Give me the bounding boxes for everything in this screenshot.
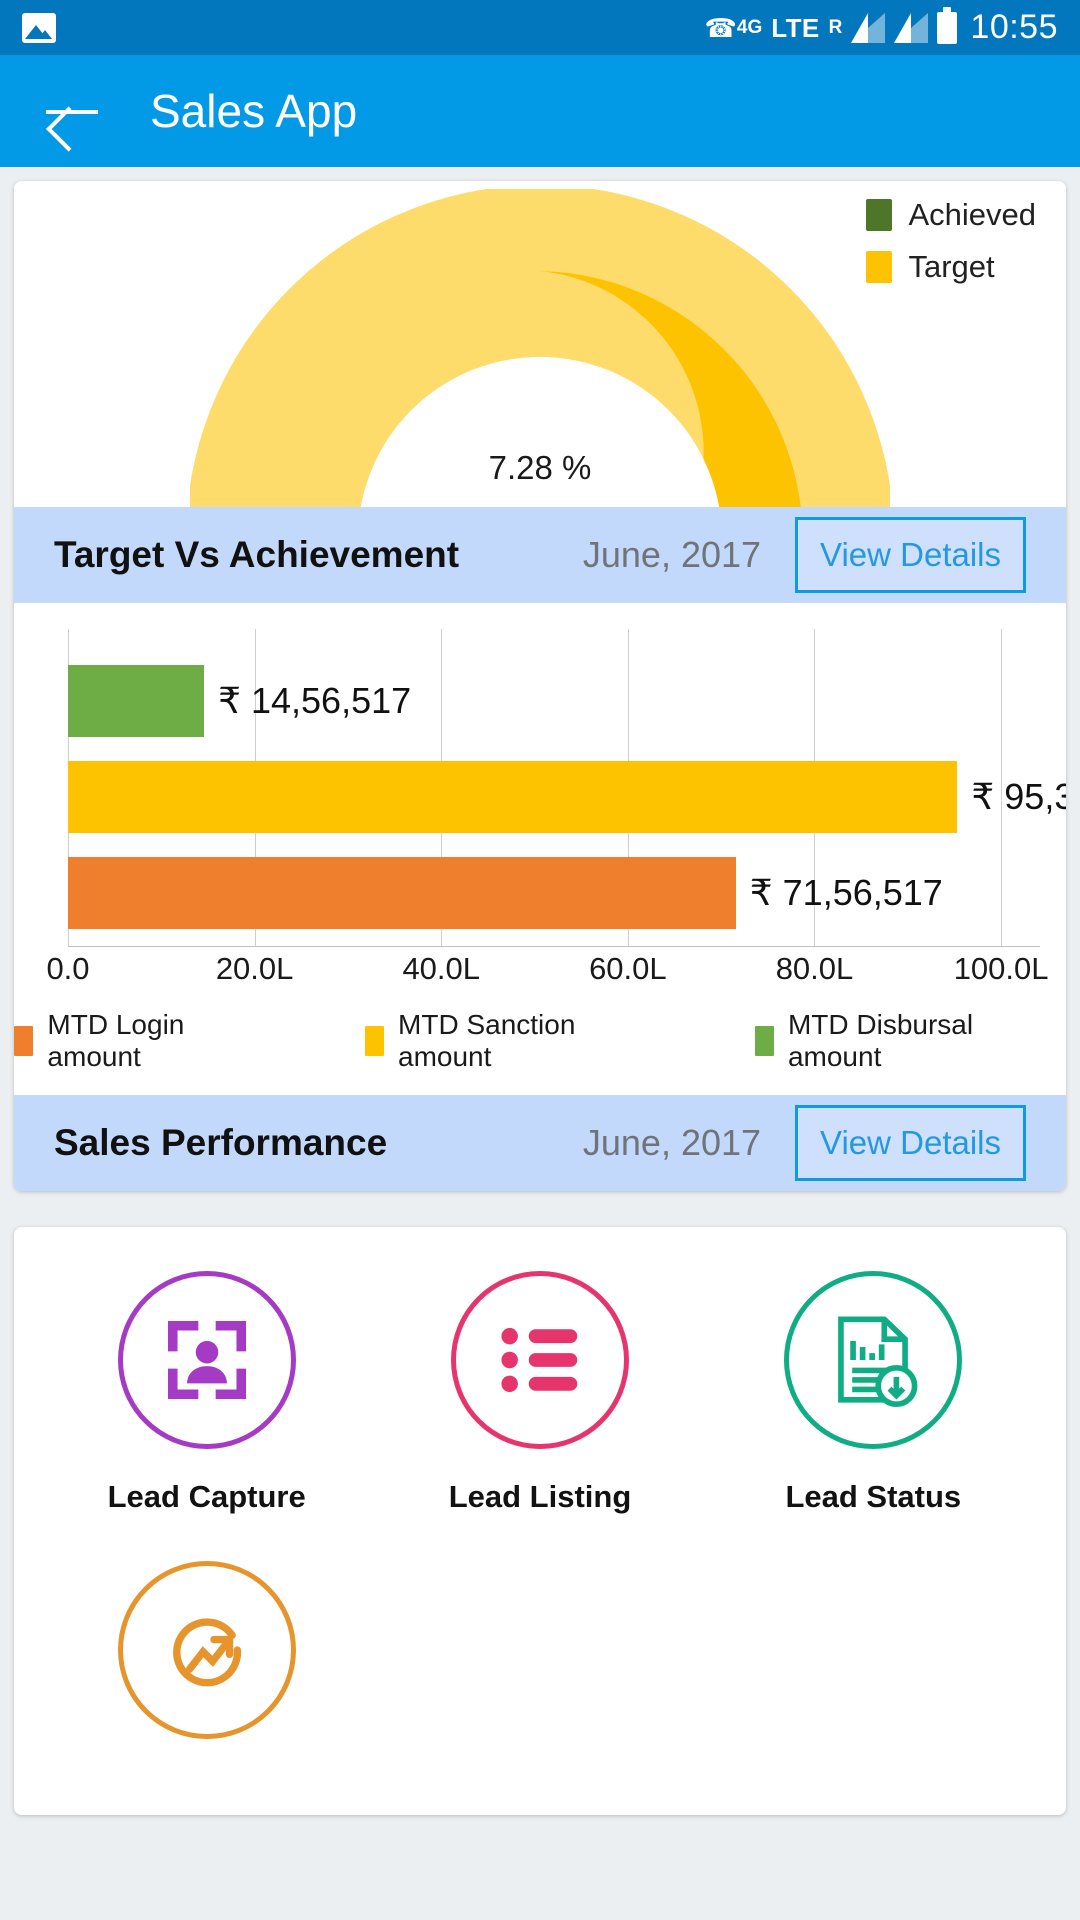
legend-label-target: Target [908, 249, 995, 284]
bar-value-login: ₹ 71,56,517 [749, 872, 943, 913]
x-tick: 100.0L [953, 951, 1049, 986]
legend-label-login: MTD Login amount [47, 1009, 185, 1072]
tile-label-lead-listing: Lead Listing [448, 1479, 632, 1514]
signal-bars-icon [851, 12, 886, 43]
legend-item: Target [866, 249, 1036, 285]
x-tick: 80.0L [775, 951, 854, 986]
x-tick: 0.0 [46, 951, 90, 986]
sales-performance-footer: Sales Performance June, 2017 View Detail… [14, 1095, 1066, 1191]
back-arrow-icon[interactable] [44, 87, 100, 135]
roaming-indicator: R [828, 16, 843, 38]
network-generation-label: 4G [736, 16, 763, 38]
achievement-percent-label: 7.28 % [488, 449, 592, 486]
x-axis-tick-labels: 0.0 20.0L 40.0L 60.0L 80.0L 100.0L [46, 951, 1048, 1003]
target-vs-achievement-chart: 7.28 % Achieved Target [14, 181, 1066, 507]
section-title-performance: Sales Performance [54, 1122, 388, 1163]
legend-swatch-sanction [364, 1026, 385, 1056]
tile-label-lead-capture: Lead Capture [107, 1479, 306, 1514]
status-bar-clock: 10:55 [970, 8, 1058, 46]
signal-bars-icon [894, 12, 929, 43]
target-vs-achievement-footer: Target Vs Achievement June, 2017 View De… [14, 507, 1066, 603]
bar-plot-area: ₹ 14,56,517 ₹ 95,30,866 ₹ 71,56,517 [68, 629, 1066, 947]
legend-swatch-login [14, 1026, 34, 1056]
dashboard-card: 7.28 % Achieved Target Target Vs Achieve… [14, 181, 1066, 1191]
status-bar-right: ☎ 4G LTE R 10:55 [704, 6, 1058, 47]
legend-item: Achieved [866, 197, 1036, 233]
x-tick: 20.0L [215, 951, 294, 986]
legend-item: MTD Disbursal amount [754, 1009, 1066, 1073]
tile-lead-capture[interactable]: Lead Capture [40, 1271, 373, 1515]
sales-performance-chart: ₹ 14,56,517 ₹ 95,30,866 ₹ 71,56,517 0.0 … [14, 603, 1066, 1095]
app-bar: Sales App [0, 55, 1080, 167]
tile-lead-listing[interactable]: Lead Listing [373, 1271, 706, 1515]
bar-chart-legend: MTD Login amount MTD Sanction amount MTD… [14, 1003, 1066, 1095]
page-title: Sales App [150, 85, 358, 137]
status-bar-left [22, 12, 56, 43]
battery-full-icon [937, 6, 958, 44]
document-download-icon [784, 1271, 963, 1449]
bar-mtd-login: ₹ 71,56,517 [68, 857, 943, 929]
legend-label-disbursal: MTD Disbursal amount [787, 1009, 974, 1072]
legend-label-sanction: MTD Sanction amount [398, 1009, 576, 1072]
quick-actions-grid: Lead Capture Lead Listing Lead Status [14, 1227, 1066, 1815]
tile-label-lead-status: Lead Status [785, 1479, 962, 1514]
legend-item: MTD Sanction amount [364, 1009, 669, 1073]
phone-handset-icon: ☎ 4G [704, 12, 763, 43]
growth-chart-icon [117, 1561, 296, 1739]
section-title-target: Target Vs Achievement [54, 534, 460, 575]
legend-swatch-achieved [866, 199, 893, 231]
tile-lead-status[interactable]: Lead Status [707, 1271, 1040, 1515]
quick-actions-card: Lead Capture Lead Listing Lead Status [14, 1227, 1066, 1815]
bar-mtd-sanction: ₹ 95,30,866 [68, 761, 1066, 833]
x-tick: 60.0L [589, 951, 667, 986]
donut-legend: Achieved Target [866, 197, 1036, 301]
bar-value-sanction: ₹ 95,30,866 [971, 776, 1066, 817]
view-details-button-performance[interactable]: View Details [795, 1105, 1026, 1181]
bullet-list-icon [450, 1271, 629, 1449]
legend-swatch-target [866, 251, 893, 283]
tile-growth[interactable] [40, 1561, 373, 1769]
section-date-performance: June, 2017 [582, 1122, 762, 1163]
bar-value-disbursal: ₹ 14,56,517 [218, 680, 412, 721]
x-tick: 40.0L [402, 951, 481, 986]
legend-swatch-disbursal [754, 1026, 774, 1056]
x-axis-line [68, 946, 1040, 947]
person-scan-icon [117, 1271, 296, 1449]
content-area: 7.28 % Achieved Target Target Vs Achieve… [0, 167, 1080, 1815]
image-icon [22, 12, 56, 43]
legend-label-achieved: Achieved [908, 197, 1036, 232]
view-details-button-target[interactable]: View Details [795, 517, 1026, 593]
section-date-target: June, 2017 [582, 534, 762, 575]
bar-mtd-disbursal: ₹ 14,56,517 [68, 665, 411, 737]
status-bar: ☎ 4G LTE R 10:55 [0, 0, 1080, 55]
network-type-label: LTE [771, 12, 820, 43]
legend-item: MTD Login amount [14, 1009, 279, 1073]
